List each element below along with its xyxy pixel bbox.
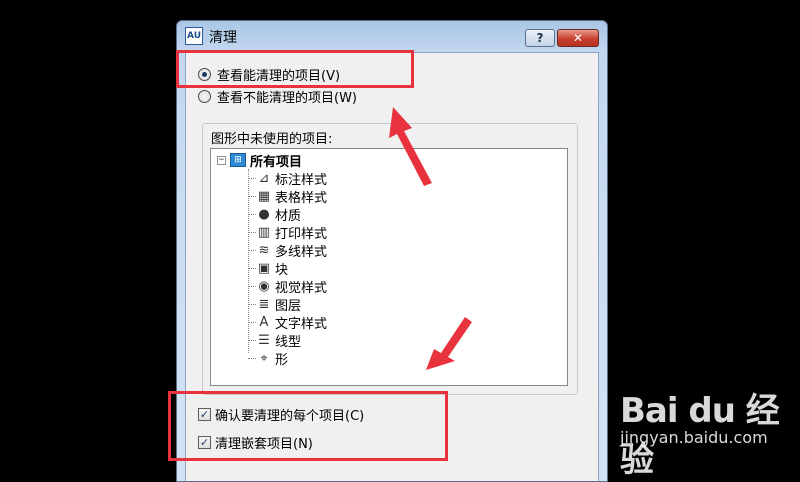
baidu-watermark-url: jingyan.baidu.com	[620, 428, 768, 447]
annotation-arrow-down	[426, 317, 472, 370]
annotation-arrow-up	[389, 107, 432, 186]
